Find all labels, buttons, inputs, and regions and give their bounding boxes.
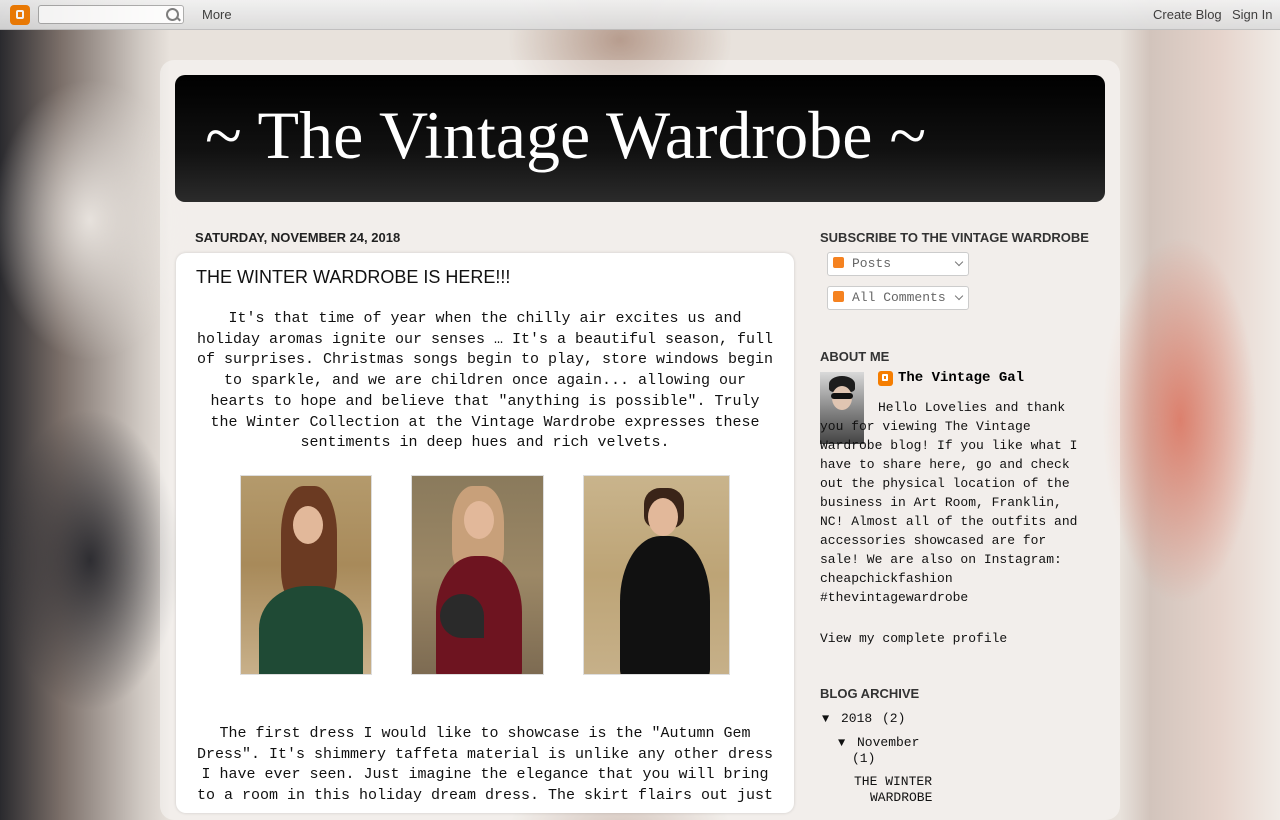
archive-month-count: (1) — [852, 751, 876, 766]
archive-year-toggle[interactable]: ▼ — [822, 712, 829, 726]
create-blog-link[interactable]: Create Blog — [1153, 7, 1222, 22]
subscribe-posts-label: Posts — [852, 256, 892, 271]
photo-face — [648, 498, 678, 536]
photo-dress — [259, 586, 363, 674]
archive-post-link-continued[interactable]: WARDROBE — [870, 790, 932, 805]
post-title[interactable]: THE WINTER WARDROBE IS HERE!!! — [196, 267, 510, 288]
chevron-down-icon — [954, 257, 964, 267]
navbar-more-link[interactable]: More — [202, 7, 232, 22]
about-heading: ABOUT ME — [820, 349, 890, 364]
blogger-profile-icon — [878, 371, 893, 386]
photo-face — [464, 501, 494, 539]
archive-post-link[interactable]: THE WINTER — [854, 774, 932, 789]
blogger-navbar: More Create Blog Sign In — [0, 0, 1280, 30]
subscribe-comments-button[interactable]: All Comments — [827, 286, 969, 310]
archive-month-toggle[interactable]: ▼ — [838, 736, 845, 750]
feed-icon — [833, 257, 844, 268]
subscribe-posts-button[interactable]: Posts — [827, 252, 969, 276]
profile-name-link[interactable]: The Vintage Gal — [898, 370, 1024, 386]
photo-fan — [440, 594, 484, 638]
chevron-down-icon — [954, 291, 964, 301]
navbar-search-input[interactable] — [38, 5, 184, 24]
post-paragraph: The first dress I would like to showcase… — [196, 725, 774, 805]
view-profile-link[interactable]: View my complete profile — [820, 631, 1007, 646]
post-photo-green-dress[interactable] — [240, 475, 372, 675]
archive-heading: BLOG ARCHIVE — [820, 686, 920, 701]
subscribe-comments-label: All Comments — [852, 290, 946, 305]
archive-year-link[interactable]: 2018 — [841, 711, 872, 726]
blogger-logo-icon[interactable] — [10, 5, 30, 25]
subscribe-heading: SUBSCRIBE TO THE VINTAGE WARDROBE — [820, 230, 1089, 245]
about-description: Hello Lovelies and thank you for viewing… — [820, 398, 1090, 607]
photo-face — [293, 506, 323, 544]
sign-in-link[interactable]: Sign In — [1232, 7, 1272, 22]
archive-month-link[interactable]: November — [857, 735, 919, 750]
post-photo-red-dress[interactable] — [411, 475, 544, 675]
blog-title[interactable]: ~ The Vintage Wardrobe ~ — [205, 96, 926, 175]
feed-icon — [833, 291, 844, 302]
search-icon[interactable] — [166, 8, 179, 21]
photo-dress — [620, 536, 710, 674]
post-date: SATURDAY, NOVEMBER 24, 2018 — [195, 230, 401, 245]
post-photo-black-dress[interactable] — [583, 475, 730, 675]
about-description-text: Hello Lovelies and thank you for viewing… — [820, 400, 1078, 605]
post-paragraph: It's that time of year when the chilly a… — [196, 310, 774, 452]
archive-year-count: (2) — [882, 711, 906, 726]
